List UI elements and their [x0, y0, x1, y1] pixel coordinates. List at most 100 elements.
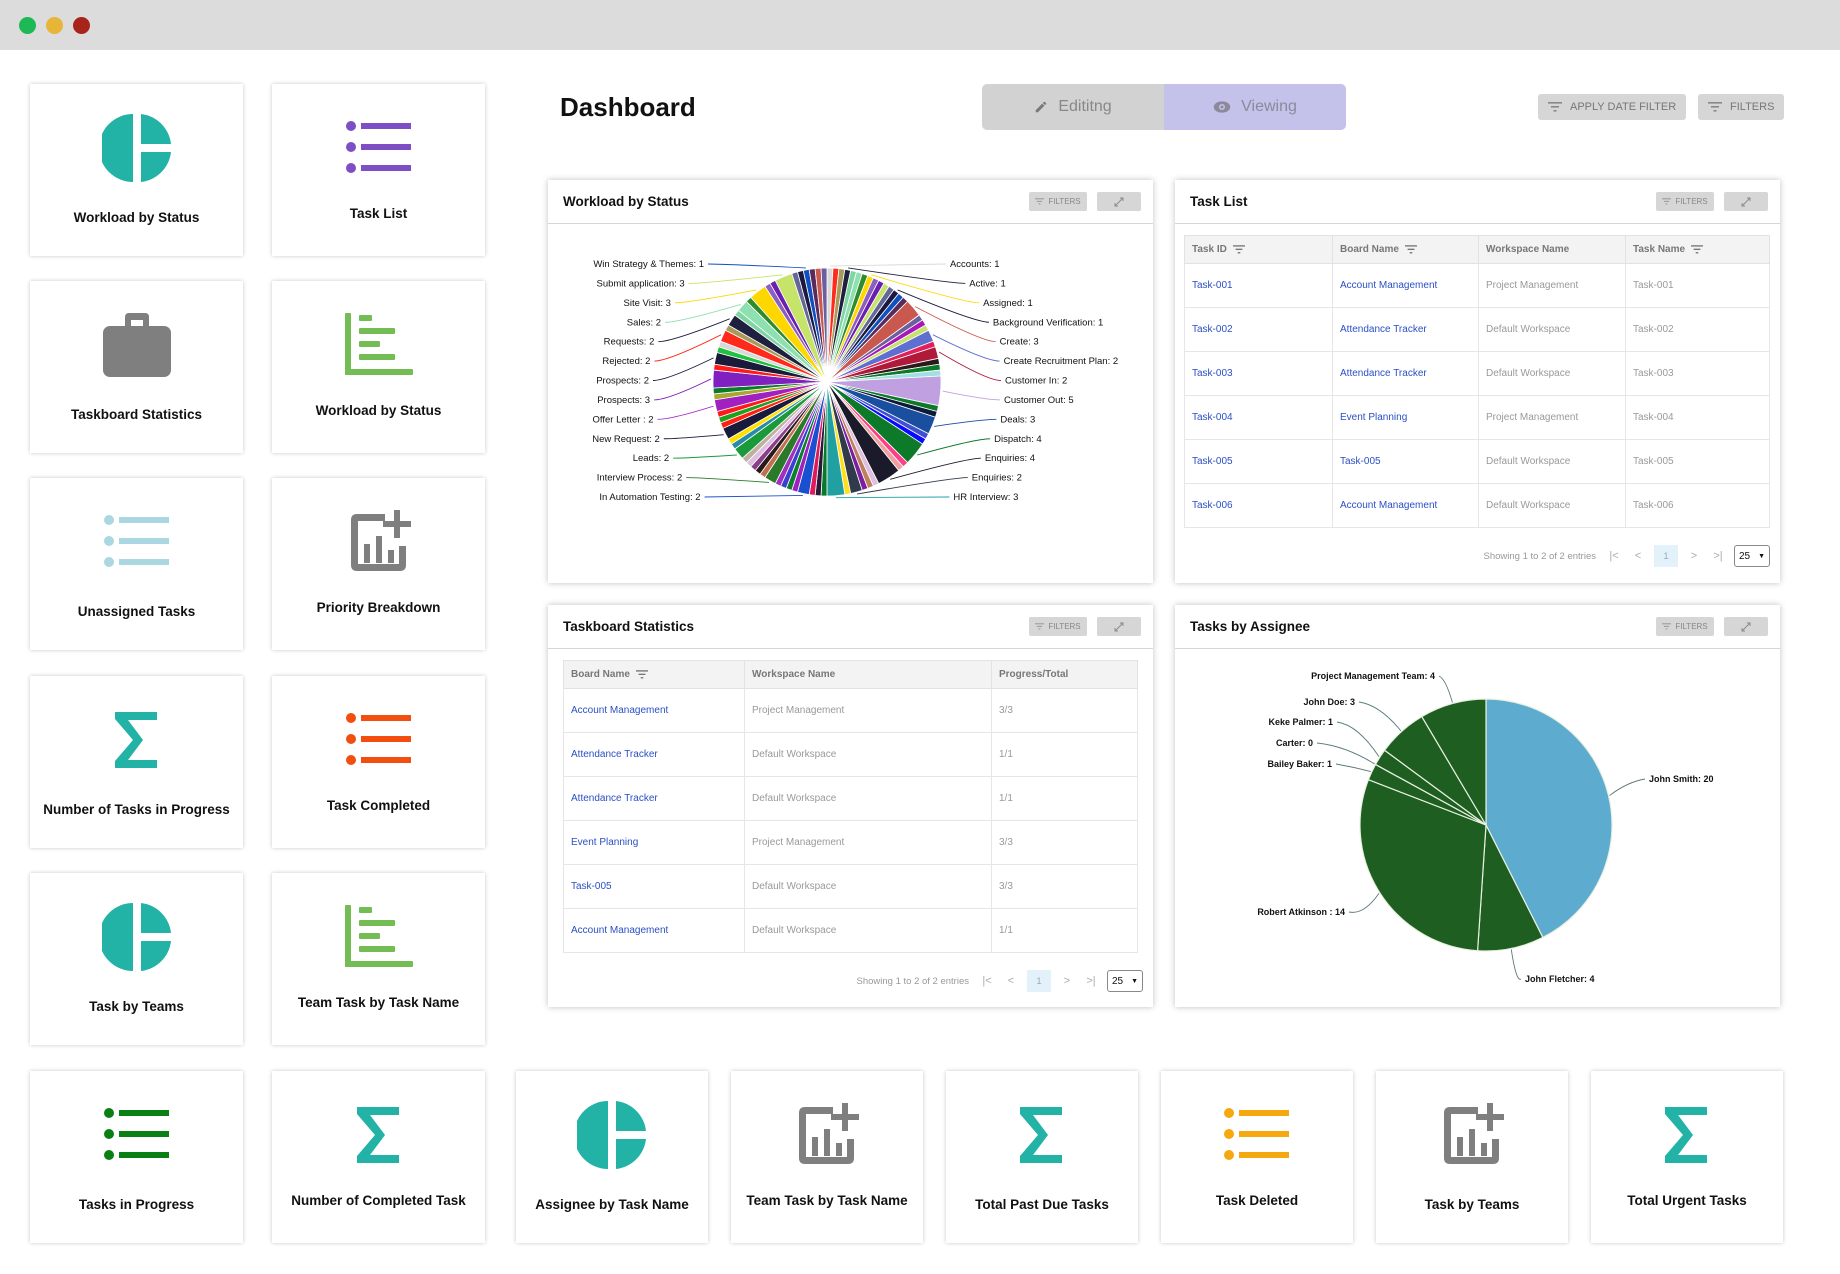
- caret-down-icon: ▼: [1758, 552, 1765, 560]
- widget-card-label: Number of Tasks in Progress: [43, 802, 230, 817]
- viewing-mode-button[interactable]: Viewing: [1164, 84, 1346, 130]
- filter-icon: [1035, 198, 1045, 205]
- filters-button[interactable]: FILTERS: [1698, 94, 1785, 120]
- page-size-select[interactable]: 25 ▼: [1107, 970, 1143, 992]
- table-cell-link[interactable]: Attendance Tracker: [1332, 351, 1479, 396]
- previous-page-button[interactable]: <: [999, 975, 1023, 987]
- pie-leader-line: [704, 495, 803, 498]
- panel-filters-button[interactable]: FILTERS: [1656, 192, 1714, 211]
- table-row: Task-005 Default Workspace 3/3: [563, 864, 1138, 909]
- widget-card-unassigned-tasks[interactable]: Unassigned Tasks: [30, 478, 243, 650]
- pie-leader-line: [674, 289, 757, 304]
- table-cell-link[interactable]: Task-006: [1184, 483, 1333, 528]
- table-cell-link[interactable]: Account Management: [563, 908, 745, 953]
- widget-card-task-by-teams[interactable]: Task by Teams: [30, 873, 243, 1045]
- bar-chart-horizontal-icon: [343, 309, 415, 381]
- widget-card-task-list[interactable]: Task List: [272, 84, 485, 256]
- table-cell-link[interactable]: Account Management: [1332, 483, 1479, 528]
- pie-leader-line: [663, 434, 724, 440]
- table-cell-link[interactable]: Attendance Tracker: [1332, 307, 1479, 352]
- window-maximize-button[interactable]: [73, 17, 90, 34]
- widget-card-number-of-tasks-in-progress[interactable]: Number of Tasks in Progress: [30, 676, 243, 848]
- table-row: Attendance Tracker Default Workspace 1/1: [563, 776, 1138, 821]
- widget-card-task-completed[interactable]: Task Completed: [272, 676, 485, 848]
- table-cell-link[interactable]: Account Management: [1332, 263, 1479, 308]
- widget-card-team-task-by-task-name[interactable]: Team Task by Task Name: [731, 1071, 923, 1243]
- table-cell-link[interactable]: Task-003: [1184, 351, 1333, 396]
- table-cell-link[interactable]: Event Planning: [563, 820, 745, 865]
- expand-button[interactable]: [1097, 617, 1141, 636]
- current-page-button[interactable]: 1: [1654, 545, 1678, 567]
- eye-icon: [1213, 101, 1231, 113]
- table-cell-link[interactable]: Attendance Tracker: [563, 776, 745, 821]
- last-page-button[interactable]: >|: [1706, 550, 1730, 562]
- page-size-select[interactable]: 25 ▼: [1734, 545, 1770, 567]
- table-cell-link[interactable]: Task-002: [1184, 307, 1333, 352]
- widget-card-task-deleted[interactable]: Task Deleted: [1161, 1071, 1353, 1243]
- table-cell: Default Workspace: [744, 864, 992, 909]
- table-cell-link[interactable]: Task-005: [563, 864, 745, 909]
- column-header-board-name[interactable]: Board Name: [563, 660, 745, 689]
- window-close-button[interactable]: [19, 17, 36, 34]
- pie-data-label: John Doe: 3: [1303, 697, 1355, 707]
- widget-card-total-past-due-tasks[interactable]: Total Past Due Tasks: [946, 1071, 1138, 1243]
- column-header-task-id[interactable]: Task ID: [1184, 235, 1333, 264]
- table-cell-link[interactable]: Task-001: [1184, 263, 1333, 308]
- editing-mode-button[interactable]: Edititng: [982, 84, 1164, 130]
- table-cell-link[interactable]: Task-005: [1332, 439, 1479, 484]
- window-minimize-button[interactable]: [46, 17, 63, 34]
- table-cell-link[interactable]: Attendance Tracker: [563, 732, 745, 777]
- list-icon: [1221, 1099, 1293, 1171]
- widget-card-task-by-teams[interactable]: Task by Teams: [1376, 1071, 1568, 1243]
- widget-card-taskboard-statistics[interactable]: Taskboard Statistics: [30, 281, 243, 453]
- widget-card-priority-breakdown[interactable]: Priority Breakdown: [272, 478, 485, 650]
- page-size-value: 25: [1739, 550, 1751, 562]
- sort-filter-icon[interactable]: [1404, 245, 1417, 254]
- table-row: Account Management Project Management 3/3: [563, 688, 1138, 733]
- apply-date-filter-button[interactable]: APPLY DATE FILTER: [1538, 94, 1687, 120]
- list-icon: [101, 1099, 173, 1171]
- table-cell: 1/1: [991, 776, 1138, 821]
- pie-data-label: Active: 1: [969, 278, 1005, 289]
- table-cell-link[interactable]: Task-005: [1184, 439, 1333, 484]
- expand-button[interactable]: [1097, 192, 1141, 211]
- panel-filters-button[interactable]: FILTERS: [1656, 617, 1714, 636]
- column-header-task-name[interactable]: Task Name: [1625, 235, 1770, 264]
- pie-data-label: Keke Palmer: 1: [1268, 717, 1333, 727]
- expand-button[interactable]: [1724, 192, 1768, 211]
- pie-data-label: Project Management Team: 4: [1311, 671, 1435, 681]
- pie-leader-line: [652, 357, 714, 381]
- column-header-board-name[interactable]: Board Name: [1332, 235, 1479, 264]
- filter-icon: [1035, 623, 1045, 630]
- widget-card-number-of-completed-task[interactable]: Number of Completed Task: [272, 1071, 485, 1243]
- sort-filter-icon[interactable]: [1232, 245, 1245, 254]
- widget-card-team-task-by-task-name[interactable]: Team Task by Task Name: [272, 873, 485, 1045]
- pie-data-label: Enquiries: 4: [985, 453, 1035, 464]
- table-cell-link[interactable]: Event Planning: [1332, 395, 1479, 440]
- first-page-button[interactable]: |<: [1602, 550, 1626, 562]
- table-cell-link[interactable]: Account Management: [563, 688, 745, 733]
- sort-filter-icon[interactable]: [635, 670, 648, 679]
- current-page-button[interactable]: 1: [1027, 970, 1051, 992]
- widget-card-assignee-by-task-name[interactable]: Assignee by Task Name: [516, 1071, 708, 1243]
- sort-filter-icon[interactable]: [1691, 245, 1704, 254]
- first-page-button[interactable]: |<: [975, 975, 999, 987]
- briefcase-icon: [101, 309, 173, 381]
- pie-leader-line: [1510, 949, 1522, 980]
- next-page-button[interactable]: >: [1055, 975, 1079, 987]
- widget-card-workload-by-status[interactable]: Workload by Status: [30, 84, 243, 256]
- table-row: Event Planning Project Management 3/3: [563, 820, 1138, 865]
- widget-card-label: Task Deleted: [1215, 1193, 1299, 1208]
- pagination-summary: Showing 1 to 2 of 2 entries: [856, 975, 970, 987]
- widget-card-tasks-in-progress[interactable]: Tasks in Progress: [30, 1071, 243, 1243]
- table-cell-link[interactable]: Task-004: [1184, 395, 1333, 440]
- page-size-value: 25: [1112, 975, 1124, 987]
- widget-card-total-urgent-tasks[interactable]: Total Urgent Tasks: [1591, 1071, 1783, 1243]
- previous-page-button[interactable]: <: [1626, 550, 1650, 562]
- next-page-button[interactable]: >: [1682, 550, 1706, 562]
- expand-button[interactable]: [1724, 617, 1768, 636]
- last-page-button[interactable]: >|: [1079, 975, 1103, 987]
- panel-filters-button[interactable]: FILTERS: [1029, 617, 1087, 636]
- widget-card-workload-by-status[interactable]: Workload by Status: [272, 281, 485, 453]
- panel-filters-button[interactable]: FILTERS: [1029, 192, 1087, 211]
